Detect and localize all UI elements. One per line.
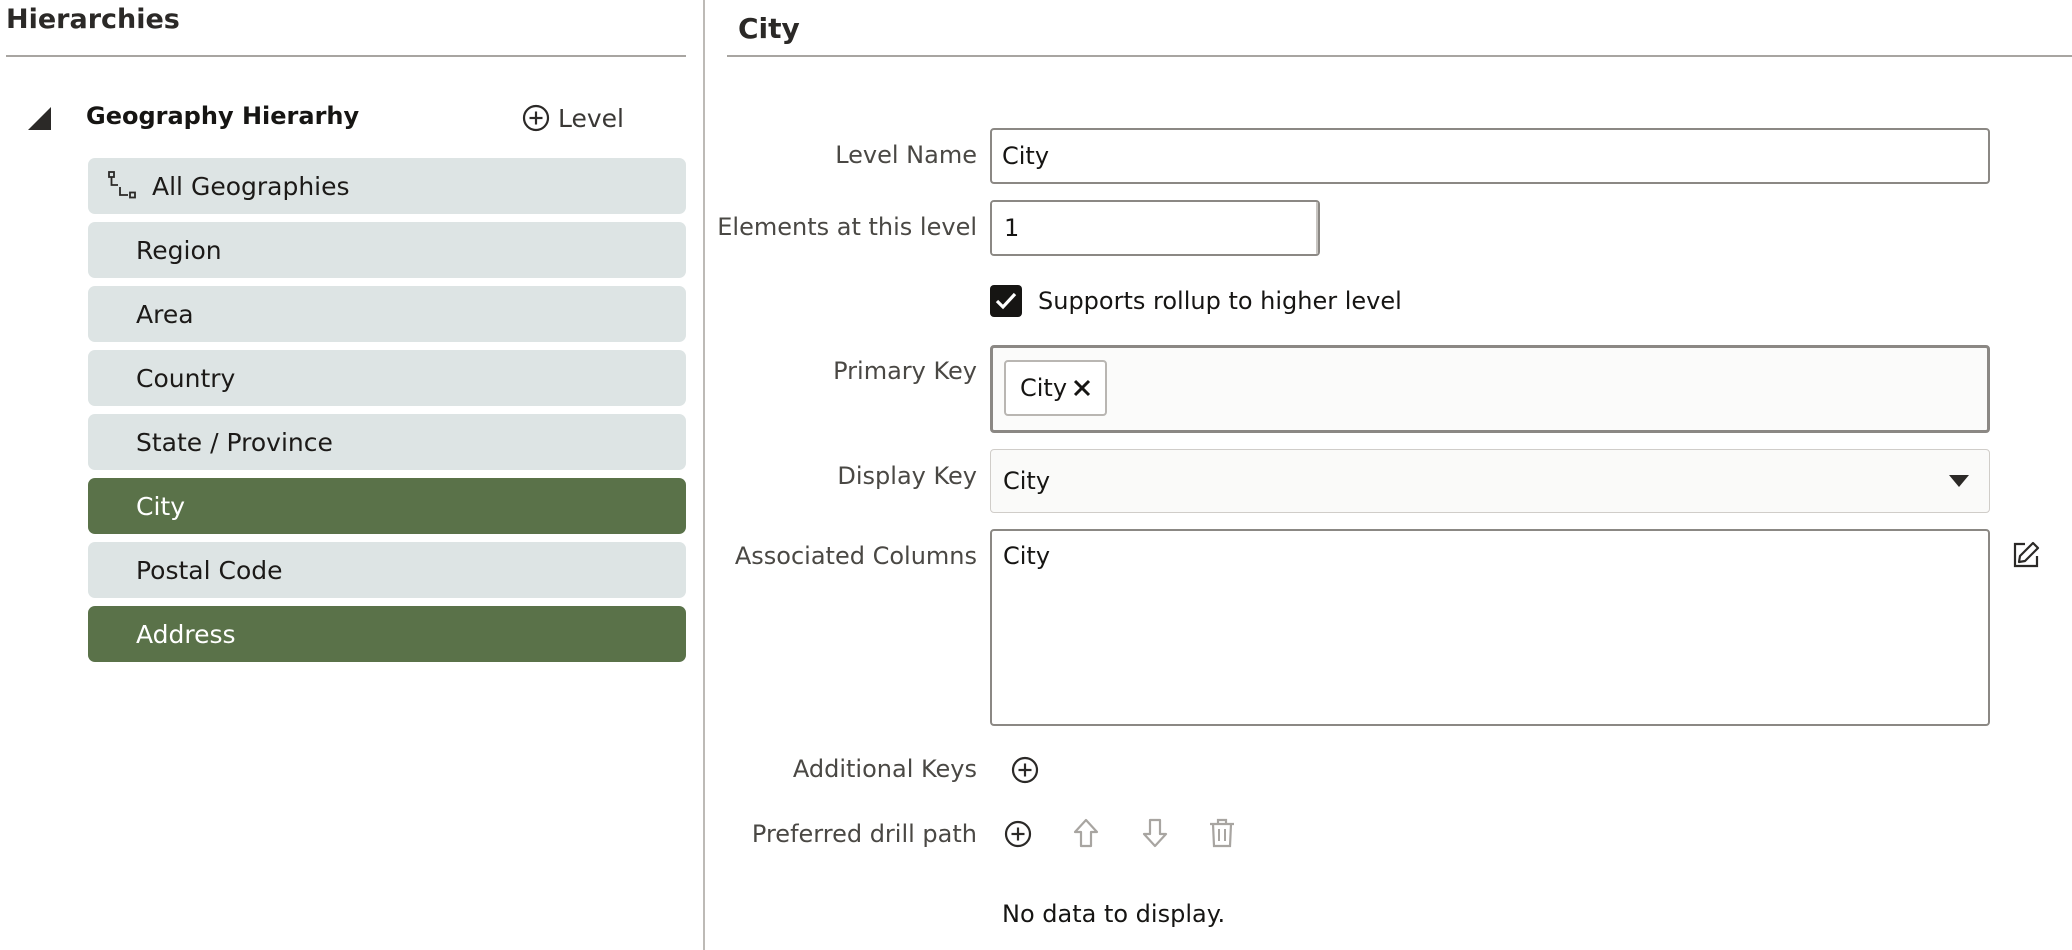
edit-icon[interactable] (2011, 540, 2041, 574)
add-drill-path-button[interactable] (1004, 820, 1032, 852)
detail-title: City (738, 12, 800, 45)
level-label: Address (136, 619, 236, 649)
level-list: All Geographies Region Area Country Stat… (88, 158, 686, 662)
add-circle-icon (1011, 756, 1039, 784)
level-item-all-geographies[interactable]: All Geographies (88, 158, 686, 214)
level-detail-panel: City Level Name Elements at this level S… (707, 0, 2072, 950)
display-key-label: Display Key (837, 462, 977, 490)
move-down-button[interactable] (1142, 818, 1168, 852)
level-item-city[interactable]: City (88, 478, 686, 534)
trash-icon (1210, 818, 1234, 848)
level-label: Postal Code (136, 555, 283, 585)
level-item-country[interactable]: Country (88, 350, 686, 406)
add-level-button[interactable]: Level (522, 100, 624, 136)
rollup-checkbox[interactable] (990, 285, 1022, 317)
level-item-area[interactable]: Area (88, 286, 686, 342)
elements-input[interactable] (992, 202, 1316, 254)
add-circle-icon (522, 104, 550, 132)
add-circle-icon (1004, 820, 1032, 848)
level-label: Region (136, 235, 222, 265)
checkmark-icon (995, 292, 1017, 310)
collapse-triangle-icon[interactable] (28, 107, 51, 130)
associated-columns-label: Associated Columns (734, 542, 977, 570)
level-label: State / Province (136, 427, 333, 457)
level-name-label: Level Name (835, 141, 977, 169)
additional-keys-label: Additional Keys (792, 755, 977, 783)
associated-columns-textarea[interactable]: City (990, 529, 1990, 726)
add-level-label: Level (558, 103, 624, 133)
hierarchy-name: Geography Hierarhy (86, 102, 360, 130)
level-name-input[interactable] (990, 128, 1990, 184)
level-item-postal-code[interactable]: Postal Code (88, 542, 686, 598)
hierarchies-panel: Hierarchies Geography Hierarhy Level All… (0, 0, 705, 950)
move-up-button[interactable] (1073, 818, 1099, 852)
level-label: Area (136, 299, 194, 329)
decrement-button[interactable] (1316, 202, 1320, 254)
level-item-address[interactable]: Address (88, 606, 686, 662)
level-label: Country (136, 363, 236, 393)
close-icon[interactable] (1073, 379, 1091, 397)
level-item-region[interactable]: Region (88, 222, 686, 278)
rollup-option: Supports rollup to higher level (990, 285, 1402, 317)
primary-key-chip: City (1004, 360, 1108, 416)
add-key-button[interactable] (1011, 756, 1039, 788)
chip-label: City (1020, 374, 1068, 402)
divider (727, 55, 2072, 57)
primary-key-label: Primary Key (833, 357, 977, 385)
level-item-state-province[interactable]: State / Province (88, 414, 686, 470)
arrow-down-icon (1142, 818, 1168, 848)
caret-down-icon (1949, 475, 1969, 487)
drill-path-empty-message: No data to display. (1002, 900, 1226, 928)
display-key-value: City (1003, 467, 1051, 495)
level-label: City (136, 491, 185, 521)
elements-stepper (990, 200, 1320, 256)
elements-label: Elements at this level (717, 213, 977, 241)
arrow-up-icon (1073, 818, 1099, 848)
divider (6, 55, 686, 57)
panel-title: Hierarchies (6, 4, 180, 35)
hierarchy-tree-icon (108, 171, 136, 199)
rollup-label: Supports rollup to higher level (1038, 287, 1402, 315)
delete-button[interactable] (1209, 818, 1235, 852)
display-key-select[interactable]: City (990, 449, 1990, 513)
drill-path-label: Preferred drill path (751, 820, 977, 848)
level-label: All Geographies (152, 171, 350, 201)
chevron-down-icon (1318, 221, 1320, 235)
primary-key-field[interactable]: City (990, 345, 1990, 433)
